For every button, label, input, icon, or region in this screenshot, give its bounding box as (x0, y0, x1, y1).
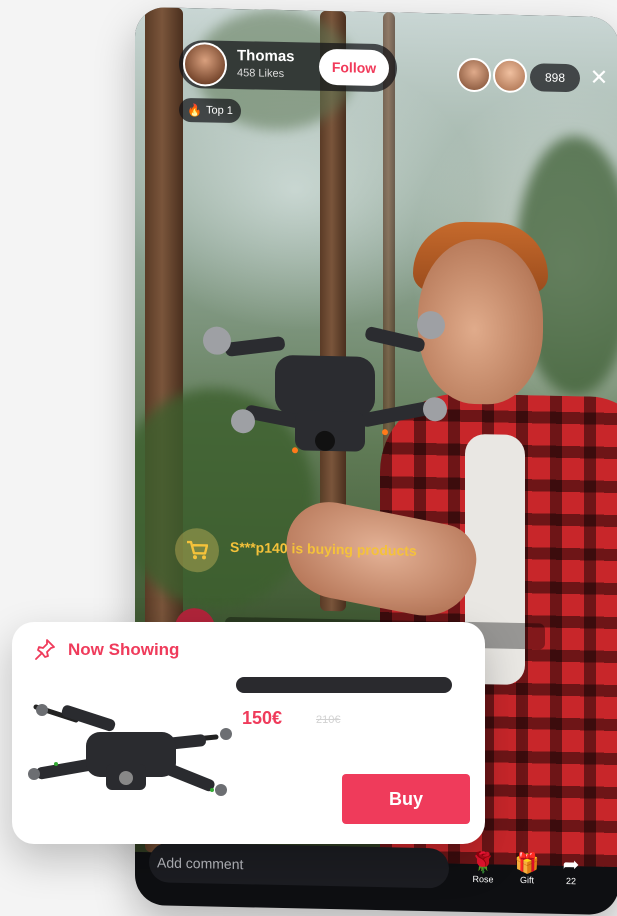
product-image (28, 704, 232, 796)
product-price: 150€ (242, 708, 283, 728)
follow-button[interactable]: Follow (319, 48, 389, 87)
product-title (236, 677, 452, 693)
rose-button[interactable]: 🌹 Rose (463, 852, 503, 885)
viewer-avatar[interactable] (493, 58, 527, 94)
comment-input[interactable]: Add comment (149, 842, 449, 889)
drone-image (203, 311, 447, 454)
share-icon: ➦ (562, 853, 580, 877)
host-info[interactable]: Thomas 458 Likes Follow (179, 39, 397, 93)
rank-badge: 🔥 Top 1 (179, 97, 241, 124)
buy-button[interactable]: Buy (342, 774, 470, 824)
host-name: Thomas (237, 47, 295, 66)
now-showing-label: Now Showing (68, 640, 180, 659)
viewer-count[interactable]: 898 (530, 63, 580, 93)
product-card[interactable]: Now Showing 150€ 210€ Buy (12, 622, 485, 844)
flame-icon: 🔥 (187, 103, 203, 118)
close-icon[interactable]: ✕ (587, 65, 611, 91)
host-avatar[interactable] (183, 41, 227, 87)
share-button[interactable]: ➦ 22 (551, 854, 591, 887)
gift-icon: 🎁 (514, 852, 540, 876)
pin-icon (35, 639, 55, 660)
cart-icon (175, 527, 219, 573)
rose-icon: 🌹 (470, 851, 496, 875)
rank-badge-label: Top 1 (206, 104, 233, 117)
product-old-price: 210€ (316, 714, 341, 726)
gift-button[interactable]: 🎁 Gift (507, 853, 547, 886)
host-likes: 458 Likes (237, 67, 285, 81)
viewer-avatar[interactable] (457, 57, 491, 93)
